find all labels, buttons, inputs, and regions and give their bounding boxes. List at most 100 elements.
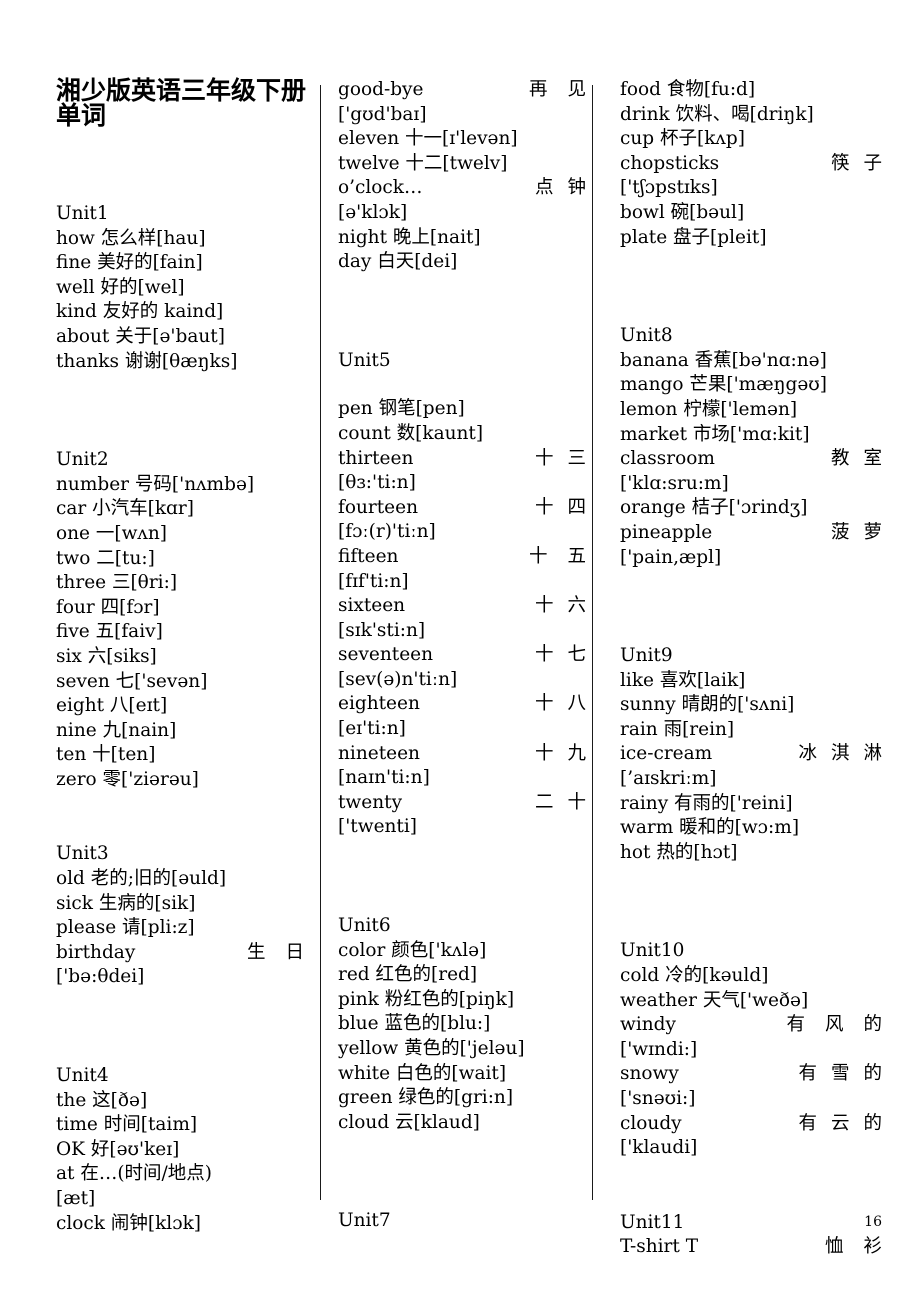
word-entry: banana 香蕉[bə'nɑ:nə]	[620, 349, 827, 371]
word-ipa: ['twenti]	[338, 816, 418, 838]
word-entry-number: twenty 二十	[338, 791, 586, 816]
word-entry: time 时间[taim]	[56, 1114, 198, 1136]
word-entry: blue 蓝色的[blu:]	[338, 1013, 491, 1035]
word-entry: how 怎么样[hau]	[56, 227, 206, 249]
word-entry: two 二[tu:]	[56, 547, 155, 569]
word-entry: twelve 十二[twelv]	[338, 152, 508, 174]
word-entry: like 喜欢[laik]	[620, 669, 746, 691]
word-english: fifteen	[338, 545, 399, 567]
word-ipa: ['klaudi]	[620, 1137, 698, 1159]
word-entry: nine 九[nain]	[56, 719, 177, 741]
word-entry-cloudy: cloudy 有云的	[620, 1112, 882, 1137]
word-entry: market 市场['mɑ:kit]	[620, 423, 810, 445]
word-english: thirteen	[338, 447, 414, 469]
word-entry: cloud 云[klaud]	[338, 1111, 480, 1133]
word-chinese: 有云的	[798, 1112, 896, 1134]
word-entry: yellow 黄色的['jeləu]	[338, 1038, 525, 1059]
word-chinese: 二十	[534, 791, 600, 813]
word-entry: cold 冷的[kəuld]	[620, 965, 769, 987]
word-chinese: 十八	[534, 693, 600, 715]
word-chinese: 十四	[534, 496, 600, 518]
word-entry-icecream: ice-cream 冰淇淋	[620, 742, 882, 767]
word-chinese: 有风的	[786, 1014, 902, 1036]
word-ipa: [θɜ:'ti:n]	[338, 472, 416, 494]
word-entry: color 颜色['kʌlə]	[338, 939, 487, 961]
page-number: 16	[864, 1214, 882, 1230]
word-entry: bowl 碗[bəul]	[620, 201, 745, 223]
word-english: birthday	[56, 941, 136, 963]
three-column-body: 湘少版英语三年级下册单词 Unit1 how 怎么样[hau] fine 美好的…	[56, 78, 882, 1257]
word-ipa: ['gʊd'baɪ]	[338, 103, 427, 125]
word-ipa: ['tʃɔpstɪks]	[620, 177, 718, 199]
word-entry: weather 天气['weðə]	[620, 989, 809, 1011]
word-entry-oclock: o’clock… 点钟	[338, 176, 586, 201]
word-chinese: 十七	[534, 644, 600, 666]
word-entry: please 请[pli:z]	[56, 917, 195, 939]
word-entry-classroom: classroom 教室	[620, 447, 882, 472]
word-chinese: 教室	[830, 448, 896, 470]
word-entry: cup 杯子[kʌp]	[620, 128, 745, 150]
word-entry: night 晚上[nait]	[338, 226, 481, 248]
word-entry: day 白天[dei]	[338, 251, 458, 273]
word-entry: green 绿色的[gri:n]	[338, 1087, 514, 1109]
column-middle: good-bye 再见 ['gʊd'baɪ] eleven 十一[ɪ'levən…	[338, 78, 586, 1234]
word-entry: kind 友好的 kaind]	[56, 301, 224, 323]
word-entry-number: seventeen 十七	[338, 643, 586, 668]
word-ipa: ['wɪndi:]	[620, 1038, 698, 1060]
word-entry: eleven 十一[ɪ'levən]	[338, 128, 518, 150]
word-chinese: 筷子	[830, 152, 896, 174]
word-entry-number: eighteen 十八	[338, 692, 586, 717]
word-chinese: 恤衫	[824, 1236, 902, 1258]
word-entry: three 三[θri:]	[56, 572, 178, 594]
word-chinese: 有雪的	[798, 1063, 896, 1085]
word-ipa: [ə'klɔk]	[338, 201, 408, 223]
word-english: ice-cream	[620, 743, 713, 765]
word-entry: well 好的[wel]	[56, 276, 185, 298]
word-english: fourteen	[338, 496, 418, 518]
word-english: T-shirt T	[620, 1236, 699, 1258]
word-chinese: 点钟	[534, 177, 600, 199]
word-entry: one 一[wʌn]	[56, 522, 168, 544]
word-entry: car 小汽车[kɑr]	[56, 498, 194, 520]
word-english: seventeen	[338, 644, 434, 666]
word-english: snowy	[620, 1063, 679, 1085]
word-entry: sunny 晴朗的['sʌni]	[620, 694, 795, 716]
word-entry-snowy: snowy 有雪的	[620, 1062, 882, 1087]
word-entry: mango 芒果['mæŋgəʊ]	[620, 374, 827, 396]
word-ipa: [sɪk'sti:n]	[338, 619, 426, 641]
word-entry: fine 美好的[fain]	[56, 252, 203, 274]
word-chinese: 十五	[528, 545, 606, 567]
unit-heading-7: Unit7	[338, 1210, 391, 1232]
word-entry: number 号码['nʌmbə]	[56, 473, 255, 495]
word-ipa: [’aɪskriːm]	[620, 768, 717, 790]
word-english: eighteen	[338, 693, 420, 715]
word-chinese: 菠萝	[830, 521, 896, 543]
word-chinese: 生日	[246, 941, 324, 963]
word-english: cloudy	[620, 1112, 682, 1134]
unit-heading-6: Unit6	[338, 915, 391, 937]
word-chinese: 十九	[534, 742, 600, 764]
word-entry-windy: windy 有风的	[620, 1013, 882, 1038]
word-entry: lemon 柠檬['lemən]	[620, 398, 798, 420]
unit-heading-10: Unit10	[620, 940, 685, 962]
unit-heading-4: Unit4	[56, 1065, 109, 1087]
word-entry-number: thirteen 十三	[338, 447, 586, 472]
word-chinese: 十三	[534, 447, 600, 469]
word-english: good-bye	[338, 79, 424, 100]
word-entry-number: nineteen 十九	[338, 742, 586, 767]
column-right: food 食物[fu:d] drink 饮料、喝[driŋk] cup 杯子[k…	[620, 78, 882, 1260]
word-english: windy	[620, 1014, 676, 1036]
word-english: sixteen	[338, 595, 406, 617]
word-entry: hot 热的[hɔt]	[620, 841, 738, 863]
unit-heading-2: Unit2	[56, 449, 109, 471]
